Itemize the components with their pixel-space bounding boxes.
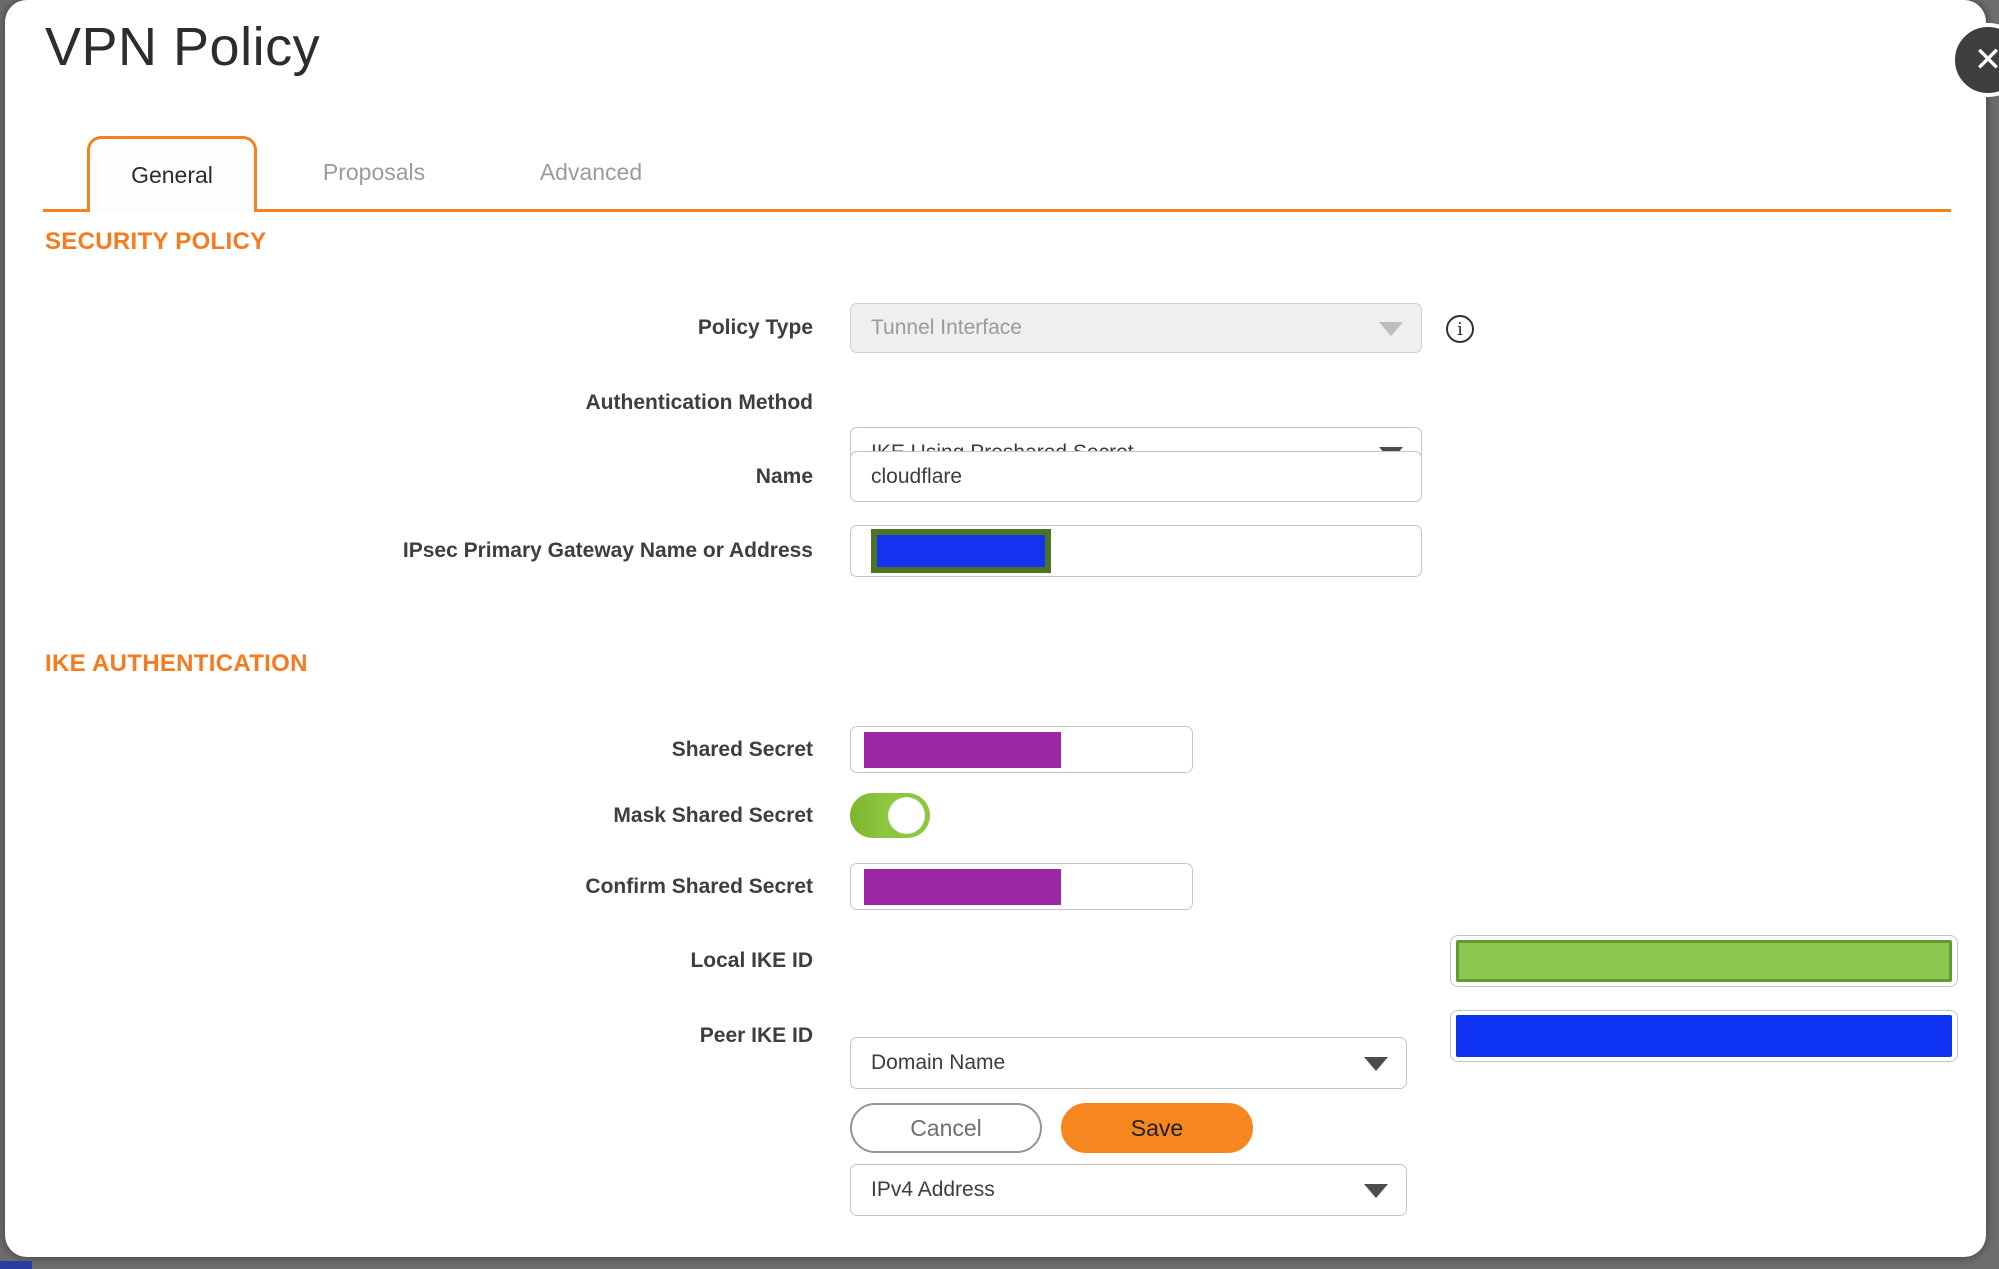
peer-ike-id-type-value: IPv4 Address bbox=[871, 1178, 995, 1201]
peer-ike-id-value-input[interactable] bbox=[1450, 1010, 1958, 1062]
cancel-button[interactable]: Cancel bbox=[850, 1103, 1042, 1153]
toggle-knob bbox=[888, 797, 925, 834]
policy-type-select: Tunnel Interface bbox=[850, 303, 1422, 353]
tab-general[interactable]: General bbox=[87, 136, 257, 212]
shared-secret-label: Shared Secret bbox=[671, 737, 813, 761]
info-icon[interactable]: i bbox=[1446, 315, 1474, 343]
tab-bar-underline bbox=[43, 209, 1951, 212]
tab-advanced[interactable]: Advanced bbox=[501, 136, 681, 209]
gateway-input[interactable] bbox=[850, 525, 1422, 577]
local-ike-id-redacted-value bbox=[1456, 940, 1952, 982]
tab-proposals-label: Proposals bbox=[322, 159, 426, 185]
page-title: VPN Policy bbox=[45, 17, 321, 77]
background-artifact bbox=[0, 1261, 32, 1269]
policy-type-label: Policy Type bbox=[697, 316, 813, 339]
policy-type-value: Tunnel Interface bbox=[871, 316, 1022, 339]
peer-ike-id-redacted-value bbox=[1456, 1015, 1952, 1057]
local-ike-id-type-value: Domain Name bbox=[871, 1051, 1006, 1074]
section-heading-ike-authentication: IKE AUTHENTICATION bbox=[45, 650, 308, 677]
gateway-label: IPsec Primary Gateway Name or Address bbox=[402, 539, 813, 562]
confirm-shared-secret-redacted-value bbox=[864, 869, 1061, 905]
local-ike-id-select[interactable]: Domain Name bbox=[850, 1037, 1407, 1089]
confirm-shared-secret-input[interactable] bbox=[850, 863, 1193, 910]
local-ike-id-value-input[interactable] bbox=[1450, 935, 1958, 987]
peer-ike-id-select[interactable]: IPv4 Address bbox=[850, 1164, 1407, 1216]
shared-secret-input[interactable] bbox=[850, 726, 1193, 773]
name-input[interactable]: cloudflare bbox=[850, 451, 1422, 502]
chevron-down-icon bbox=[1379, 322, 1403, 336]
authentication-method-label: Authentication Method bbox=[585, 391, 813, 414]
chevron-down-icon bbox=[1364, 1057, 1388, 1071]
confirm-shared-secret-label: Confirm Shared Secret bbox=[585, 874, 813, 898]
tab-advanced-label: Advanced bbox=[539, 159, 643, 185]
gateway-redacted-value bbox=[871, 529, 1051, 573]
tab-proposals[interactable]: Proposals bbox=[284, 136, 464, 209]
vpn-policy-dialog: VPN Policy General Proposals Advanced SE… bbox=[5, 0, 1986, 1257]
section-heading-security-policy: SECURITY POLICY bbox=[45, 228, 267, 255]
close-icon: ✕ bbox=[1973, 41, 1999, 79]
local-ike-id-label: Local IKE ID bbox=[690, 949, 813, 972]
shared-secret-redacted-value bbox=[864, 732, 1061, 768]
name-value: cloudflare bbox=[871, 464, 963, 488]
name-label: Name bbox=[755, 464, 813, 488]
mask-shared-secret-toggle[interactable] bbox=[850, 793, 930, 838]
peer-ike-id-label: Peer IKE ID bbox=[699, 1024, 813, 1047]
save-button[interactable]: Save bbox=[1061, 1103, 1253, 1153]
tab-general-label: General bbox=[131, 162, 213, 188]
chevron-down-icon bbox=[1364, 1184, 1388, 1198]
mask-shared-secret-label: Mask Shared Secret bbox=[613, 803, 813, 827]
